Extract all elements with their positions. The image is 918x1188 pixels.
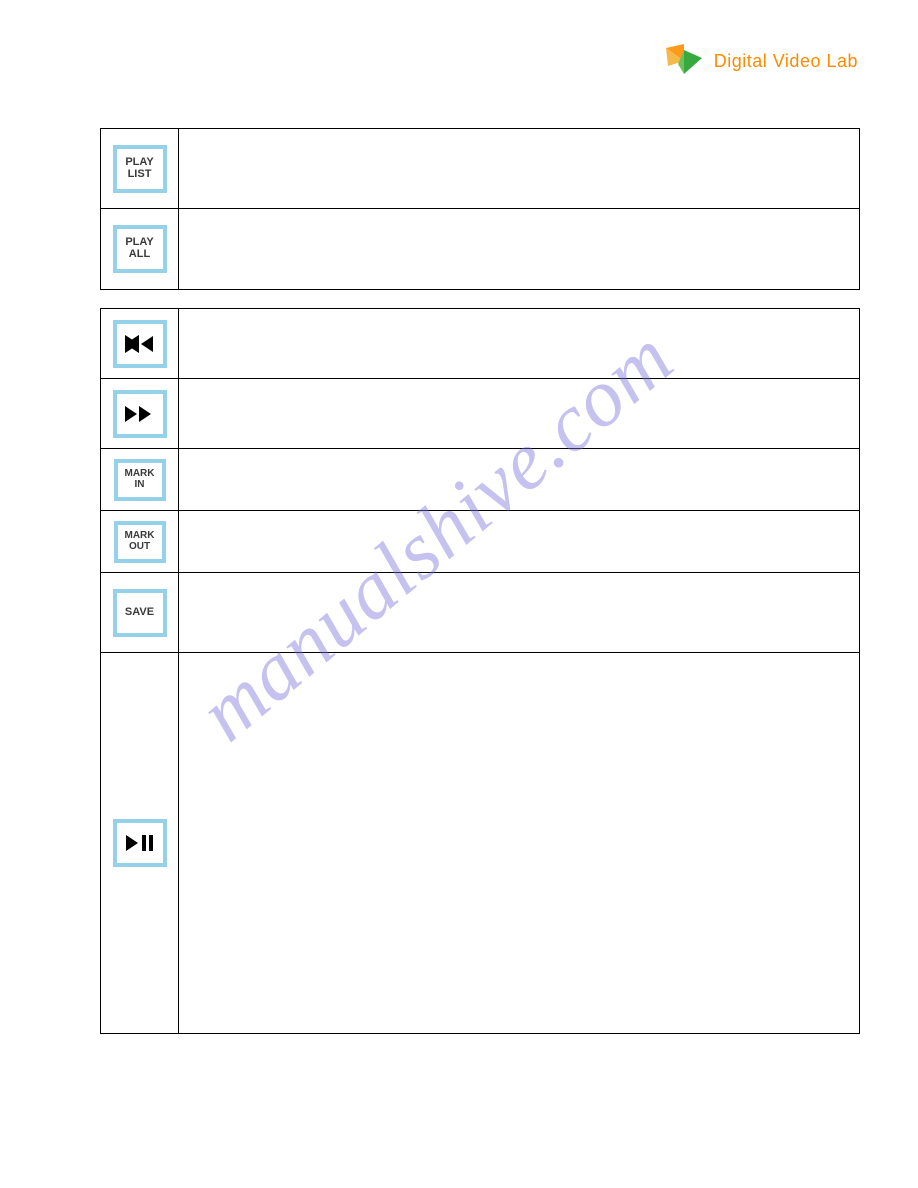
button-label-line: PLAY bbox=[125, 157, 153, 169]
icon-cell: MARK OUT bbox=[101, 511, 179, 572]
brand-header: Digital Video Lab bbox=[664, 44, 858, 78]
description-cell bbox=[179, 449, 859, 510]
save-button[interactable]: SAVE bbox=[113, 589, 167, 637]
button-label-line: SAVE bbox=[125, 607, 154, 619]
button-label-line: MARK bbox=[125, 531, 155, 542]
icon-cell bbox=[101, 379, 179, 448]
brand-logo-icon bbox=[664, 44, 704, 78]
icon-cell: SAVE bbox=[101, 573, 179, 652]
table-row: PLAY LIST bbox=[101, 129, 859, 209]
description-cell bbox=[179, 379, 859, 448]
icon-cell bbox=[101, 309, 179, 378]
icon-cell: MARK IN bbox=[101, 449, 179, 510]
description-cell bbox=[179, 129, 859, 208]
play-pause-icon bbox=[125, 833, 155, 853]
description-cell bbox=[179, 309, 859, 378]
button-label-line: MARK bbox=[125, 469, 155, 480]
brand-name: Digital Video Lab bbox=[714, 51, 858, 72]
button-table-group-1: PLAY LIST PLAY ALL bbox=[100, 128, 860, 290]
icon-cell: PLAY LIST bbox=[101, 129, 179, 208]
table-row bbox=[101, 379, 859, 449]
button-table-group-2: MARK IN MARK OUT SAVE bbox=[100, 308, 860, 1034]
description-cell bbox=[179, 573, 859, 652]
button-label-line: IN bbox=[135, 480, 145, 491]
description-cell bbox=[179, 209, 859, 289]
document-page: Digital Video Lab PLAY LIST PLAY ALL bbox=[0, 0, 918, 1188]
rewind-button[interactable] bbox=[113, 320, 167, 368]
button-label-line: OUT bbox=[129, 542, 150, 553]
mark-out-button[interactable]: MARK OUT bbox=[114, 521, 166, 563]
fast-forward-icon bbox=[125, 405, 155, 423]
play-pause-button[interactable] bbox=[113, 819, 167, 867]
description-cell bbox=[179, 653, 859, 1033]
table-row bbox=[101, 653, 859, 1033]
table-row: SAVE bbox=[101, 573, 859, 653]
table-row bbox=[101, 309, 859, 379]
play-list-button[interactable]: PLAY LIST bbox=[113, 145, 167, 193]
fast-forward-button[interactable] bbox=[113, 390, 167, 438]
icon-cell bbox=[101, 653, 179, 1033]
button-label-line: LIST bbox=[128, 169, 152, 181]
table-row: MARK OUT bbox=[101, 511, 859, 573]
rewind-icon bbox=[125, 335, 155, 353]
icon-cell: PLAY ALL bbox=[101, 209, 179, 289]
description-cell bbox=[179, 511, 859, 572]
mark-in-button[interactable]: MARK IN bbox=[114, 459, 166, 501]
button-label-line: ALL bbox=[129, 249, 150, 261]
table-row: PLAY ALL bbox=[101, 209, 859, 289]
table-row: MARK IN bbox=[101, 449, 859, 511]
play-all-button[interactable]: PLAY ALL bbox=[113, 225, 167, 273]
